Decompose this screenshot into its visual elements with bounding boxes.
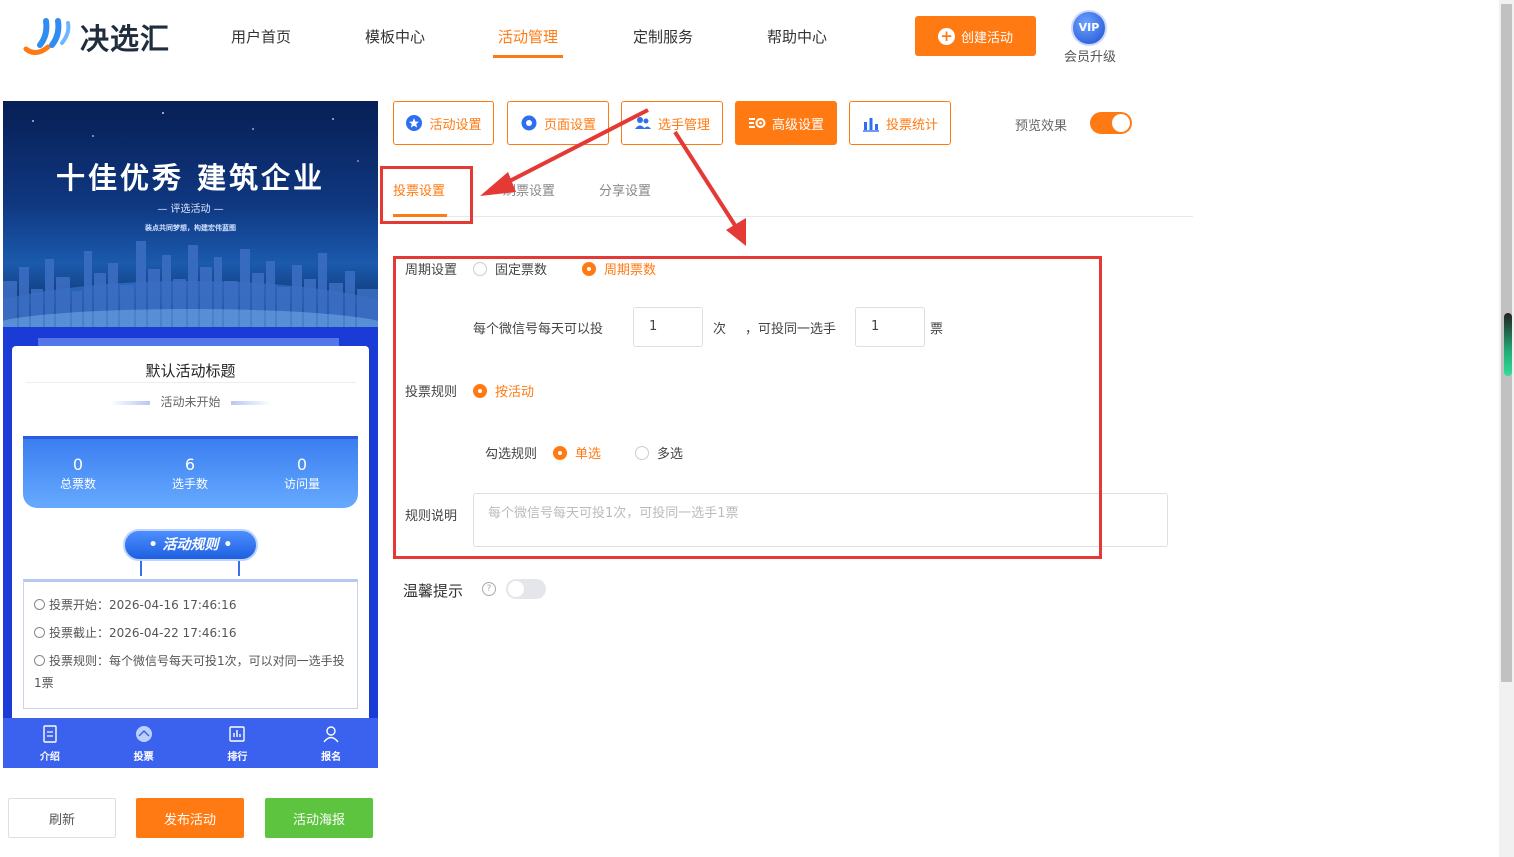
rule-description: 投票规则：每个微信号每天可投1次，可以对同一选手投1票 [34, 650, 352, 694]
vote-stats-button[interactable]: 投票统计 [849, 101, 951, 145]
logo-icon [23, 18, 71, 55]
tab-intro-label: 介绍 [39, 752, 60, 763]
plus-icon: + [937, 27, 955, 45]
nav-custom-service[interactable]: 定制服务 [633, 26, 693, 58]
activity-status: 活动未开始 [160, 395, 221, 409]
clock-icon [34, 599, 45, 610]
tab-signup-label: 报名 [321, 752, 342, 763]
vote-stats-label: 投票统计 [885, 117, 938, 133]
rules-box: 投票开始：2026-04-16 17:46:16 投票截止：2026-04-22… [23, 579, 358, 709]
preview-banner: 十佳优秀 建筑企业 — 评选活动 — 装点共同梦想，构建宏伟蓝图 [3, 101, 378, 327]
banner-subtitle: — 评选活动 — [157, 204, 224, 215]
side-slider-widget[interactable] [1504, 313, 1512, 376]
banner-title: 十佳优秀 建筑企业 [55, 161, 326, 195]
tab-ranking-label: 排行 [227, 752, 248, 763]
stat-total-votes-label: 总票数 [59, 477, 96, 491]
warm-tip-toggle[interactable] [506, 579, 546, 599]
rule-start-text: 投票开始：2026-04-16 17:46:16 [49, 598, 237, 612]
brand-logo[interactable]: 决选汇 [22, 14, 182, 60]
activity-title: 默认活动标题 [145, 362, 236, 380]
tab-ranking[interactable]: 排行 [191, 718, 285, 768]
banner-slogan: 装点共同梦想，构建宏伟蓝图 [145, 224, 236, 232]
nav-home[interactable]: 用户首页 [231, 26, 291, 58]
rule-start-time: 投票开始：2026-04-16 17:46:16 [34, 594, 352, 616]
stat-total-votes-value: 0 [72, 455, 84, 474]
clock-icon [34, 627, 45, 638]
annotation-arrows [480, 108, 746, 246]
stat-visits-label: 访问量 [283, 477, 320, 491]
star-circle-icon [406, 115, 423, 131]
annotation-box-vote-tab [380, 166, 473, 224]
tab-vote[interactable]: 投票 [97, 718, 191, 768]
card-divider [26, 382, 356, 383]
logo-text: 决选汇 [80, 22, 171, 56]
ranking-icon [229, 726, 246, 742]
create-activity-button[interactable]: + 创建活动 [915, 16, 1036, 56]
help-icon[interactable]: ? [482, 582, 496, 596]
stat-visits: 0 访问量 [247, 455, 357, 492]
annotation-box-vote-form [393, 256, 1102, 559]
rule-end-text: 投票截止：2026-04-22 17:46:16 [49, 626, 237, 640]
activity-rules-button[interactable]: • 活动规则 • [123, 529, 258, 561]
rule-description-text: 投票规则：每个微信号每天可投1次，可以对同一选手投1票 [34, 654, 345, 690]
preview-effect-label: 预览效果 [1015, 119, 1068, 134]
rules-pin-right [238, 561, 240, 576]
nav-activity-management[interactable]: 活动管理 [493, 26, 564, 58]
stat-players-value: 6 [184, 455, 196, 474]
tab-intro[interactable]: 介绍 [3, 718, 97, 768]
stat-visits-value: 0 [296, 455, 308, 474]
nav-help-center[interactable]: 帮助中心 [767, 26, 827, 58]
activity-poster-button[interactable]: 活动海报 [265, 798, 373, 838]
publish-activity-button[interactable]: 发布活动 [136, 798, 244, 838]
stat-players-label: 选手数 [171, 477, 208, 491]
stat-total-votes: 0 总票数 [23, 455, 133, 492]
advanced-settings-label: 高级设置 [771, 117, 824, 133]
vip-icon[interactable]: VIP [1071, 10, 1107, 46]
bar-chart-icon [862, 118, 879, 132]
vip-upgrade-link[interactable]: 会员升级 [1060, 46, 1120, 65]
stat-players: 6 选手数 [135, 455, 245, 492]
tab-vote-label: 投票 [133, 752, 154, 763]
tab-signup[interactable]: 报名 [284, 718, 378, 768]
user-icon [323, 726, 339, 743]
nav-templates[interactable]: 模板中心 [365, 26, 425, 58]
preview-effect-toggle[interactable] [1090, 112, 1132, 134]
document-icon [43, 725, 57, 743]
rules-pin-left [140, 561, 142, 576]
activity-card: 默认活动标题 活动未开始 0 总票数 6 选手数 0 访问量 • 活动规则 • … [12, 346, 369, 726]
refresh-button[interactable]: 刷新 [8, 798, 116, 838]
create-activity-label: 创建活动 [960, 30, 1013, 46]
mobile-preview: 十佳优秀 建筑企业 — 评选活动 — 装点共同梦想，构建宏伟蓝图 默认活动标题 … [3, 101, 378, 768]
card-top-decoration [38, 338, 339, 346]
vote-icon [135, 726, 152, 742]
info-icon [34, 655, 45, 666]
stats-panel: 0 总票数 6 选手数 0 访问量 [23, 436, 358, 508]
city-skyline-decoration [3, 241, 378, 327]
warm-tip-label: 温馨提示 [403, 582, 464, 600]
rule-end-time: 投票截止：2026-04-22 17:46:16 [34, 622, 352, 644]
mobile-tabbar: 介绍 投票 排行 报名 [3, 718, 378, 768]
